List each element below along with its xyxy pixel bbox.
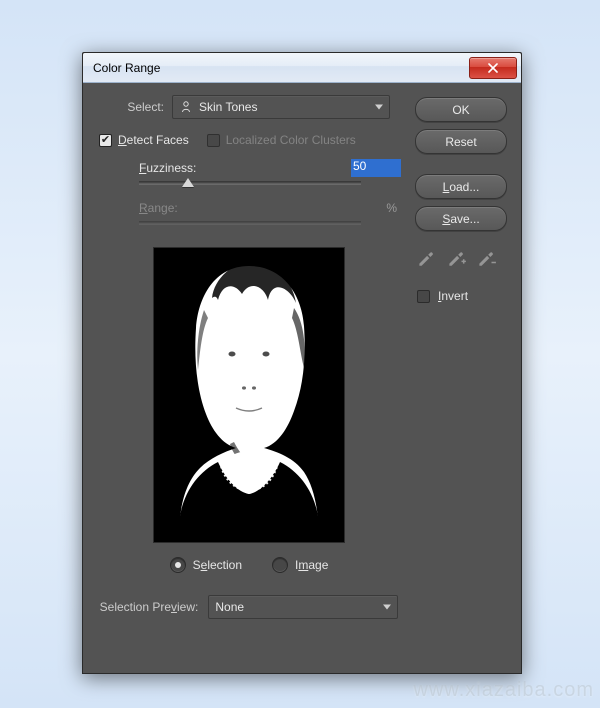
detect-faces-checkbox[interactable]: ✔ Detect Faces bbox=[99, 133, 189, 147]
eyedropper-add-icon[interactable] bbox=[445, 246, 467, 268]
watermark: www.xiazaiba.com bbox=[413, 679, 594, 702]
close-icon bbox=[488, 63, 498, 73]
selection-preview-value: None bbox=[215, 600, 244, 614]
localized-clusters-label: Localized Color Clusters bbox=[226, 133, 356, 147]
close-button[interactable] bbox=[469, 57, 517, 79]
reset-button[interactable]: Reset bbox=[415, 129, 507, 154]
view-image-label: Image bbox=[295, 558, 328, 572]
dialog-title: Color Range bbox=[93, 61, 469, 75]
check-icon: ✔ bbox=[101, 135, 110, 146]
detect-faces-label: Detect Faces bbox=[118, 133, 189, 147]
invert-checkbox[interactable]: Invert bbox=[415, 289, 507, 303]
slider-thumb[interactable] bbox=[182, 178, 194, 187]
selection-preview-thumbnail bbox=[153, 247, 345, 543]
select-value: Skin Tones bbox=[199, 100, 257, 114]
view-selection-radio[interactable]: Selection bbox=[170, 557, 242, 573]
select-dropdown[interactable]: Skin Tones bbox=[172, 95, 390, 119]
range-suffix: % bbox=[386, 201, 397, 215]
eyedropper-icon[interactable] bbox=[415, 246, 437, 268]
invert-label: Invert bbox=[438, 289, 468, 303]
fuzziness-label: Fuzziness: bbox=[139, 161, 209, 175]
view-image-radio[interactable]: Image bbox=[272, 557, 328, 573]
fuzziness-input[interactable]: 50 bbox=[351, 159, 401, 177]
localized-clusters-checkbox: Localized Color Clusters bbox=[207, 133, 356, 147]
range-label: Range: bbox=[139, 201, 209, 215]
range-slider bbox=[139, 221, 361, 225]
selection-preview-dropdown[interactable]: None bbox=[208, 595, 398, 619]
ok-button[interactable]: OK bbox=[415, 97, 507, 122]
load-button[interactable]: Load... bbox=[415, 174, 507, 199]
person-icon bbox=[179, 100, 193, 114]
color-range-dialog: Color Range Select: Skin Tones ✔ Dete bbox=[82, 52, 522, 674]
chevron-down-icon bbox=[383, 605, 391, 610]
chevron-down-icon bbox=[375, 105, 383, 110]
eyedropper-subtract-icon[interactable] bbox=[475, 246, 497, 268]
titlebar[interactable]: Color Range bbox=[83, 53, 521, 83]
view-selection-label: Selection bbox=[193, 558, 242, 572]
range-input bbox=[328, 199, 378, 217]
save-button[interactable]: Save... bbox=[415, 206, 507, 231]
fuzziness-slider[interactable] bbox=[139, 181, 361, 185]
select-label: Select: bbox=[108, 100, 164, 114]
selection-preview-label: Selection Preview: bbox=[100, 600, 199, 614]
